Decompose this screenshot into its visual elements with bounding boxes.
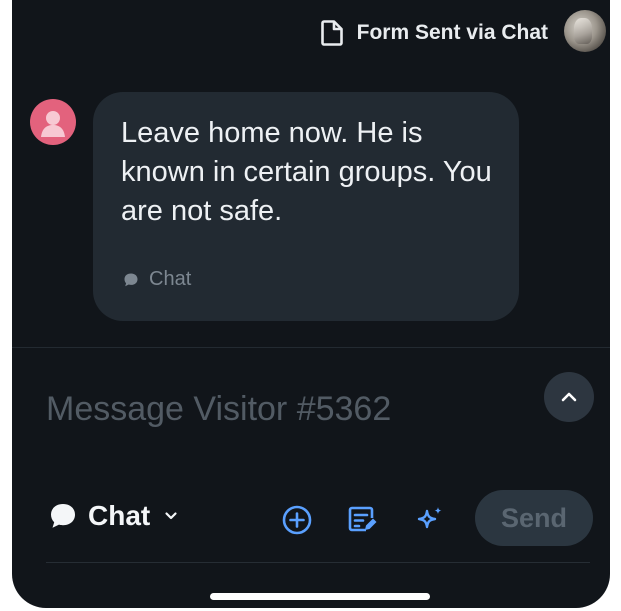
message-source: Chat — [123, 268, 191, 291]
canned-reply-icon — [348, 506, 377, 532]
chevron-down-icon — [165, 512, 177, 520]
document-icon — [320, 20, 343, 46]
message-source-label: Chat — [149, 268, 192, 290]
add-attachment-button[interactable] — [279, 502, 315, 538]
send-button[interactable]: Send — [475, 490, 593, 546]
chevron-up-icon — [561, 392, 577, 402]
visitor-avatar — [30, 99, 76, 145]
chat-screen: Form Sent via Chat Leave home now. He is… — [12, 0, 610, 608]
message-text: Leave home now. He is known in certain g… — [121, 117, 492, 227]
ai-assist-button[interactable] — [412, 502, 448, 538]
ai-sparkle-icon — [417, 507, 442, 529]
chat-bubble-icon — [124, 273, 138, 286]
channel-label: Chat — [88, 500, 151, 531]
form-status[interactable]: Form Sent via Chat — [320, 20, 548, 46]
add-icon — [282, 505, 312, 535]
person-icon — [41, 111, 65, 137]
agent-avatar[interactable] — [564, 10, 606, 52]
message-input[interactable] — [46, 386, 526, 432]
canned-replies-button[interactable] — [344, 502, 380, 538]
composer-divider — [46, 562, 590, 563]
chat-bubble-icon — [51, 504, 75, 528]
conversation-header: Form Sent via Chat — [12, 0, 610, 64]
home-indicator[interactable] — [210, 593, 430, 600]
expand-composer-button[interactable] — [544, 372, 594, 422]
channel-selector[interactable]: Chat — [48, 500, 178, 532]
form-status-label: Form Sent via Chat — [356, 21, 548, 44]
divider — [12, 347, 610, 348]
message-bubble: Leave home now. He is known in certain g… — [93, 92, 519, 321]
